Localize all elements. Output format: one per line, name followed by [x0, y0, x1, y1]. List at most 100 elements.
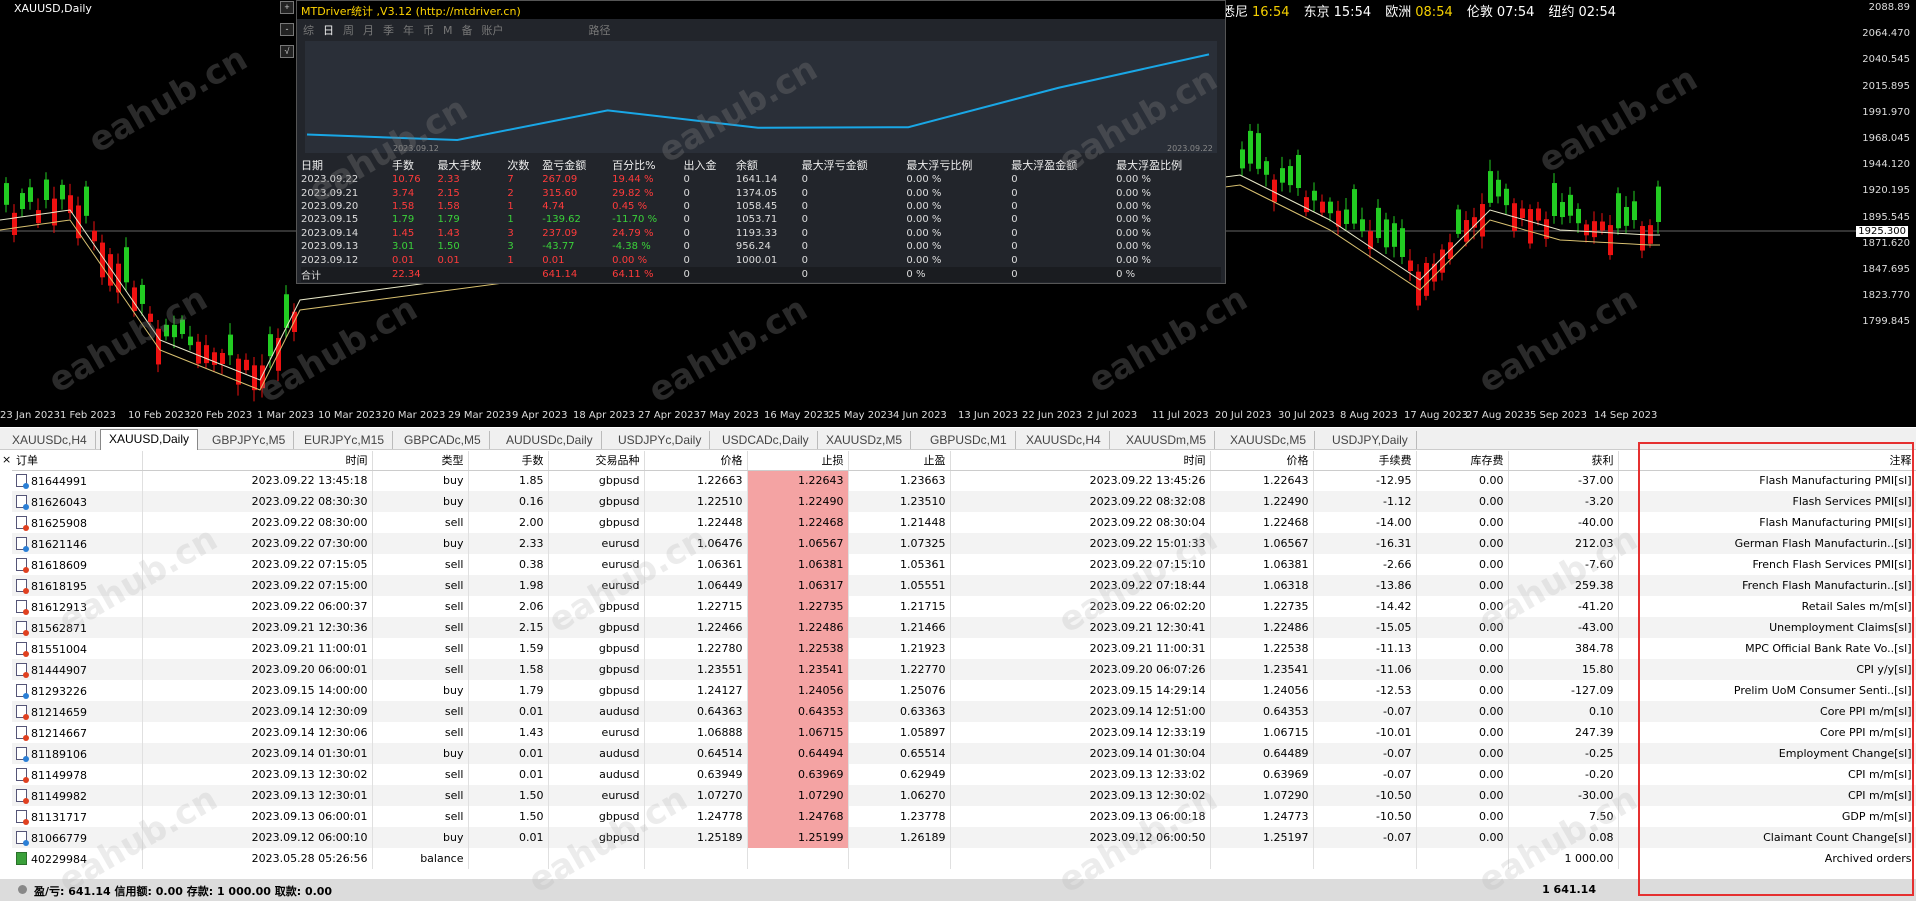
- orders-col-header[interactable]: 订单: [12, 451, 143, 471]
- order-row[interactable]: 81214659 2023.09.14 12:30:09 sell 0.01 audus…: [12, 701, 1916, 722]
- orders-col-header[interactable]: 时间: [950, 451, 1211, 471]
- candle-body: [220, 352, 225, 365]
- close-icon[interactable]: ×: [2, 453, 11, 466]
- chart-tab[interactable]: XAUUSDm,M5: [1118, 431, 1216, 449]
- mtd-cell: 24.79 %: [612, 227, 654, 239]
- date-tick-label: 1 Mar 2023: [257, 410, 315, 421]
- balance-cell: [468, 848, 549, 869]
- orders-col-header[interactable]: 止盈: [848, 451, 951, 471]
- chart-tab[interactable]: GBPUSDc,M1: [922, 431, 1016, 449]
- order-row[interactable]: 81618195 2023.09.22 07:15:00 sell 1.98 eurus…: [12, 575, 1916, 596]
- orders-col-header[interactable]: 止损: [747, 451, 849, 471]
- mtd-tab[interactable]: M: [443, 24, 453, 37]
- chart-tab[interactable]: XAUUSD,Daily: [100, 429, 199, 450]
- order-cell: 1.22780: [644, 638, 748, 659]
- mtd-tab[interactable]: 币: [423, 24, 434, 37]
- order-row[interactable]: 81131717 2023.09.13 06:00:01 sell 1.50 gbpus…: [12, 806, 1916, 827]
- mtd-cell: 3: [507, 227, 514, 239]
- order-row[interactable]: 81149978 2023.09.13 12:30:02 sell 0.01 audus…: [12, 764, 1916, 785]
- candle-body: [1504, 188, 1509, 206]
- zoom-out-button[interactable]: -: [280, 23, 294, 36]
- zoom-in-button[interactable]: +: [280, 1, 294, 14]
- mtd-tab[interactable]: 季: [383, 24, 394, 37]
- order-row[interactable]: 81293226 2023.09.15 14:00:00 buy 1.79 gbpusd…: [12, 680, 1916, 701]
- order-cell: 0.00: [1416, 617, 1509, 638]
- order-cell: 1.22770: [848, 659, 951, 680]
- chart-tab[interactable]: GBPJPYc,M5: [204, 431, 295, 449]
- price-chart[interactable]: XAUUSD,Daily + - √ 悉尼 16:54 东京 15:54 欧洲 08:…: [0, 0, 1916, 427]
- orders-col-header[interactable]: 注释: [1618, 451, 1916, 471]
- order-cell: eurusd: [548, 533, 645, 554]
- candle-body: [172, 324, 177, 338]
- chart-tab[interactable]: USDJPY,Daily: [1324, 431, 1417, 449]
- chart-tab[interactable]: USDJPYc,Daily: [610, 431, 711, 449]
- mtd-tab[interactable]: 备: [462, 24, 473, 37]
- mtd-tab[interactable]: 账户: [482, 24, 504, 37]
- order-row[interactable]: 81612913 2023.09.22 06:00:37 sell 2.06 gbpus…: [12, 596, 1916, 617]
- order-cell: 2023.09.22 08:32:08: [950, 491, 1211, 512]
- order-cell: 1.59: [468, 638, 549, 659]
- orders-col-header[interactable]: 手续费: [1313, 451, 1417, 471]
- order-row[interactable]: 81214667 2023.09.14 12:30:06 sell 1.43 eurus…: [12, 722, 1916, 743]
- order-cell: 0.00: [1416, 659, 1509, 680]
- mtd-tab[interactable]: 周: [343, 24, 354, 37]
- orders-col-header[interactable]: 类型: [372, 451, 469, 471]
- order-cell: gbpusd: [548, 491, 645, 512]
- order-row[interactable]: 81644991 2023.09.22 13:45:18 buy 1.85 gbpusd…: [12, 470, 1916, 491]
- chart-tab[interactable]: XAUUSDc,H4: [4, 431, 96, 449]
- order-cell: -40.00: [1508, 512, 1619, 533]
- order-row[interactable]: 81562871 2023.09.21 12:30:36 sell 2.15 gbpus…: [12, 617, 1916, 638]
- mtd-tab[interactable]: 月: [363, 24, 374, 37]
- order-cell: -11.06: [1313, 659, 1417, 680]
- order-row[interactable]: 81066779 2023.09.12 06:00:10 buy 0.01 gbpusd…: [12, 827, 1916, 848]
- order-cell: 0.65514: [848, 743, 951, 764]
- mtd-cell: 0: [1011, 254, 1018, 266]
- chart-tab[interactable]: XAUUSDz,M5: [818, 431, 912, 449]
- mtd-tab[interactable]: 综: [303, 24, 314, 37]
- order-cell: eurusd: [548, 575, 645, 596]
- balance-row[interactable]: 40229984 2023.05.28 05:26:56 balance 1 000.…: [12, 848, 1916, 869]
- order-row[interactable]: 81625908 2023.09.22 08:30:00 sell 2.00 gbpus…: [12, 512, 1916, 533]
- check-button[interactable]: √: [280, 45, 294, 58]
- orders-col-header[interactable]: 价格: [644, 451, 748, 471]
- order-cell: eurusd: [548, 554, 645, 575]
- clock-time: 15:54: [1333, 5, 1372, 20]
- date-tick-label: 10 Feb 2023: [128, 410, 191, 421]
- buy-order-icon: [16, 536, 29, 552]
- order-row[interactable]: 81444907 2023.09.20 06:00:01 sell 1.58 gbpus…: [12, 659, 1916, 680]
- order-row[interactable]: 81621146 2023.09.22 07:30:00 buy 2.33 eurusd…: [12, 533, 1916, 554]
- candle-body: [268, 334, 273, 357]
- mtd-cell: 1000.01: [735, 254, 778, 266]
- candle-body: [1608, 225, 1613, 256]
- order-row[interactable]: 81551004 2023.09.21 11:00:01 sell 1.59 gbpus…: [12, 638, 1916, 659]
- chart-tab[interactable]: USDCADc,Daily: [714, 431, 818, 449]
- chart-tab[interactable]: AUDUSDc,Daily: [498, 431, 602, 449]
- order-cell: 1.06715: [1210, 722, 1314, 743]
- orders-col-header[interactable]: 时间: [142, 451, 373, 471]
- mtd-tab[interactable]: 年: [403, 24, 414, 37]
- mtd-row: 2023.09.12 0.01 0.01 1 0.01 0.00 % 0 1000.01 0 0.…: [301, 253, 1221, 266]
- candle-body: [1280, 168, 1285, 183]
- chart-tab[interactable]: GBPCADc,M5: [396, 431, 490, 449]
- order-row[interactable]: 81626043 2023.09.22 08:30:30 buy 0.16 gbpusd…: [12, 491, 1916, 512]
- orders-col-header[interactable]: 库存费: [1416, 451, 1509, 471]
- orders-col-header[interactable]: 交易品种: [548, 451, 645, 471]
- chart-tab[interactable]: XAUUSDc,M5: [1222, 431, 1316, 449]
- orders-table: 订单 时间 类型 手数 交易品种 价格 止损 止盈 时间 价格 手续费 库存费 获利 注释 8164499…: [12, 451, 1916, 869]
- order-row[interactable]: 81149982 2023.09.13 12:30:01 sell 1.50 eurus…: [12, 785, 1916, 806]
- orders-col-header[interactable]: 获利: [1508, 451, 1619, 471]
- candle-body: [1496, 179, 1501, 197]
- order-row[interactable]: 81618609 2023.09.22 07:15:05 sell 0.38 eurus…: [12, 554, 1916, 575]
- mtd-tab-active[interactable]: 日: [323, 24, 334, 37]
- chart-tab[interactable]: EURJPYc,M15: [296, 431, 394, 449]
- orders-col-header[interactable]: 价格: [1210, 451, 1314, 471]
- order-row[interactable]: 81189106 2023.09.14 01:30:01 buy 0.01 audusd…: [12, 743, 1916, 764]
- mtd-path-label[interactable]: 路径: [589, 24, 611, 37]
- order-cell: 1.07290: [1210, 785, 1314, 806]
- mtd-cell: 1.45: [391, 227, 415, 239]
- mtdriver-stats-panel[interactable]: MTDriver统计 ,V3.12 (http://mtdriver.cn) 综…: [296, 0, 1226, 284]
- order-cell: 81214667: [12, 722, 143, 743]
- order-cell: 2023.09.21 11:00:31: [950, 638, 1211, 659]
- chart-tab[interactable]: XAUUSDc,H4: [1018, 431, 1110, 449]
- orders-col-header[interactable]: 手数: [468, 451, 549, 471]
